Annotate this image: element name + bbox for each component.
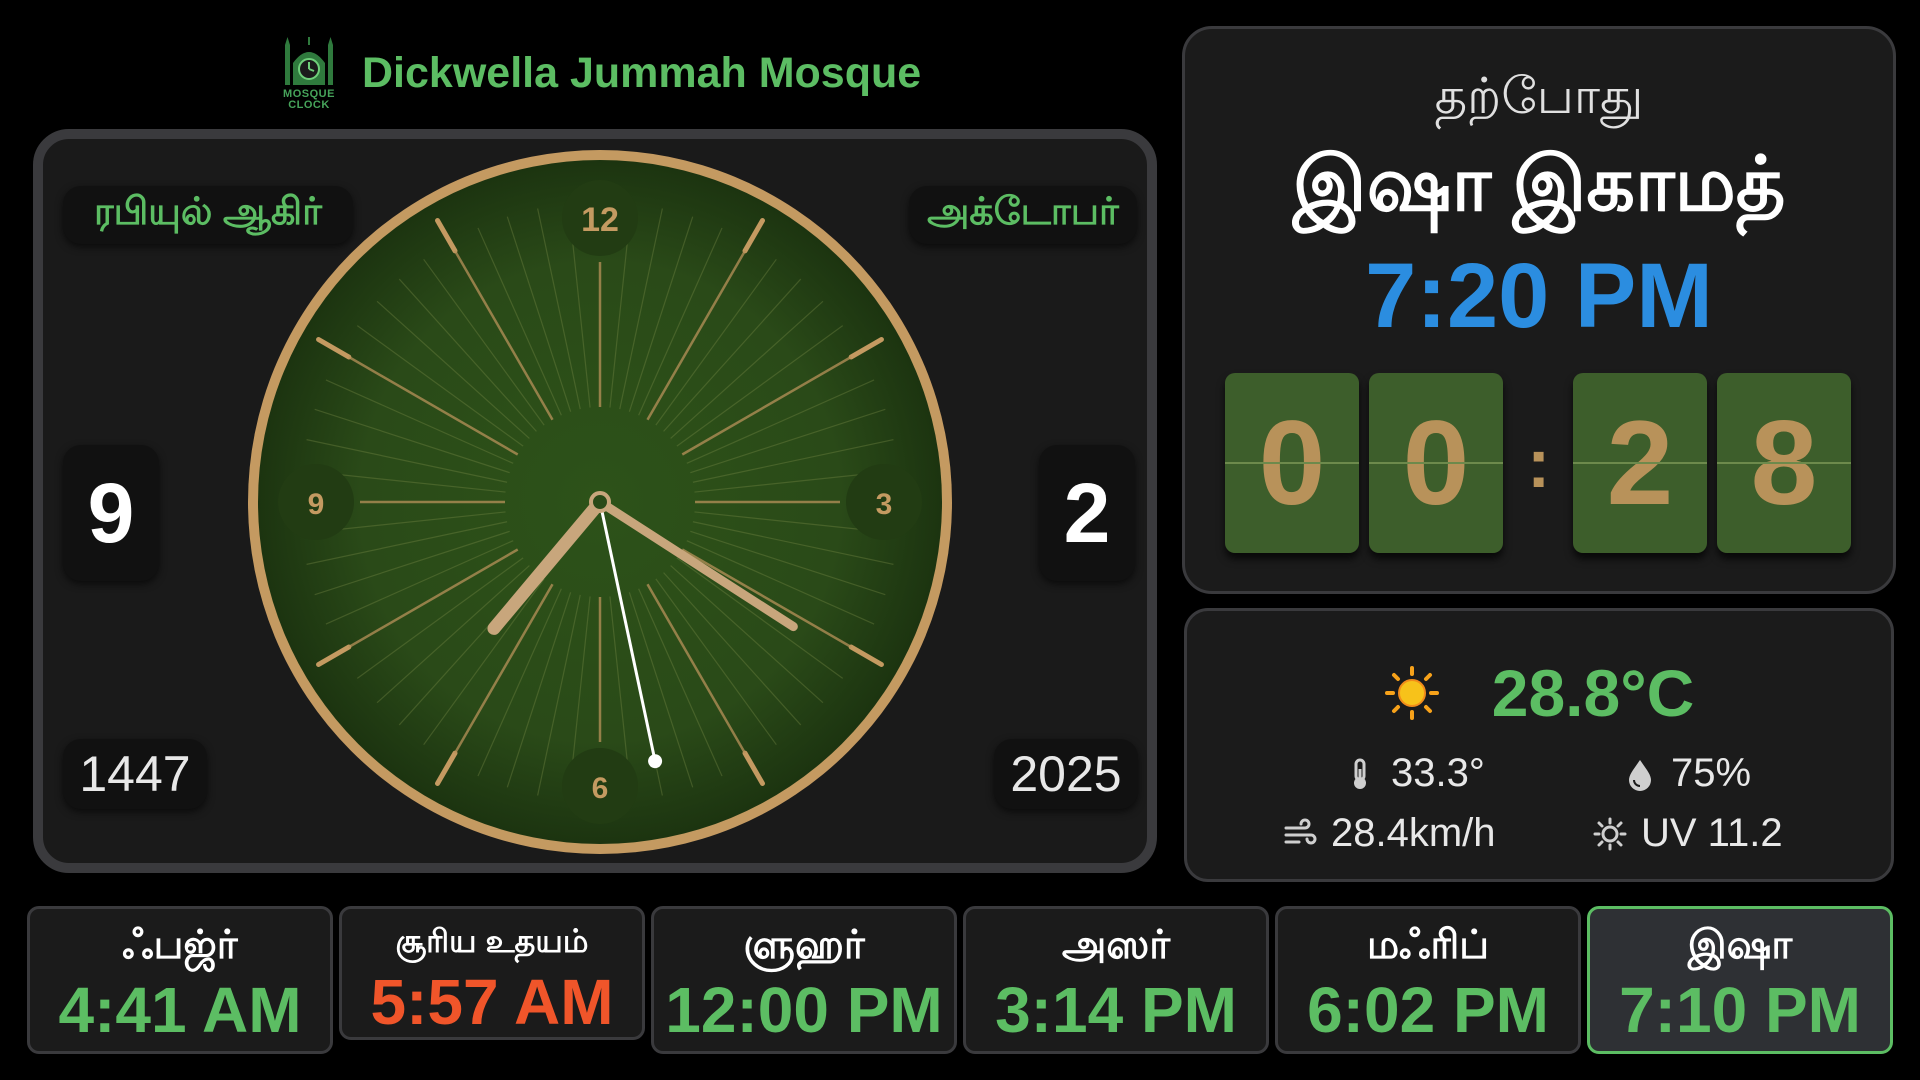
gregorian-day: 2 [1039, 445, 1135, 581]
logo-text-line2: CLOCK [288, 99, 330, 111]
prayer-name: மஃரிப் [1366, 923, 1490, 967]
sun-icon [1384, 666, 1439, 720]
prayer-sunrise: சூரிய உதயம் 5:57 AM [339, 906, 645, 1040]
uv-value: UV 11.2 [1641, 811, 1783, 855]
prayer-time: 7:10 PM [1619, 974, 1861, 1046]
current-event-time: 7:20 PM [1365, 245, 1713, 347]
prayer-time: 4:41 AM [58, 974, 302, 1046]
numeral-9: 9 [308, 488, 325, 521]
countdown: 0 0 : 2 8 [1225, 373, 1857, 559]
header: MOSQUE CLOCK Dickwella Jummah Mosque [280, 30, 921, 116]
uv-sun-icon [1593, 817, 1627, 850]
numeral-3: 3 [876, 488, 893, 521]
second-hand-tip [648, 754, 663, 769]
hijri-day: 9 [63, 445, 159, 581]
prayer-isha: இஷா 7:10 PM [1587, 906, 1893, 1054]
weather-main: 28.8°C [1187, 655, 1891, 731]
feels-like: 33.3° [1343, 751, 1485, 796]
water-drop-icon [1629, 759, 1651, 791]
humidity: 75% [1623, 751, 1751, 796]
clock-center-pin [589, 491, 611, 513]
weather-temperature: 28.8°C [1491, 656, 1695, 730]
mosque-clock-logo: MOSQUE CLOCK [280, 33, 338, 113]
countdown-digit-4: 8 [1717, 373, 1851, 553]
weather-panel: 28.8°C 33.3° 75% 28.4km/h UV 11.2 [1184, 608, 1894, 882]
prayer-name: ளுஹர் [743, 923, 865, 967]
wind-icon [1284, 818, 1317, 844]
prayer-name: அஸர் [1061, 923, 1171, 967]
gregorian-year: 2025 [994, 739, 1138, 809]
uv-index: UV 11.2 [1593, 811, 1783, 856]
analog-clock: 12 3 6 9 [248, 150, 952, 854]
current-event-panel: தற்போது இஷா இகாமத் 7:20 PM 0 0 : 2 8 [1182, 26, 1896, 594]
numeral-12: 12 [581, 201, 619, 239]
prayer-time: 5:57 AM [370, 966, 614, 1038]
prayer-asr: அஸர் 3:14 PM [963, 906, 1269, 1054]
clock-panel: ரபியுல் ஆகிர் அக்டோபர் 9 2 1447 2025 12 … [33, 129, 1157, 873]
wind: 28.4km/h [1283, 811, 1496, 856]
current-label: தற்போது [1434, 68, 1644, 124]
mosque-name: Dickwella Jummah Mosque [362, 48, 922, 97]
countdown-separator: : [1527, 424, 1551, 502]
prayer-maghrib: மஃரிப் 6:02 PM [1275, 906, 1581, 1054]
wind-value: 28.4km/h [1331, 811, 1496, 855]
hijri-year: 1447 [63, 739, 207, 809]
prayer-name: சூரிய உதயம் [395, 923, 589, 959]
current-event-name: இஷா இகாமத் [1292, 142, 1786, 227]
prayer-fajr: ஃபஜ்ர் 4:41 AM [27, 906, 333, 1054]
countdown-digit-2: 0 [1369, 373, 1503, 553]
prayer-time: 3:14 PM [995, 974, 1237, 1046]
prayer-time: 6:02 PM [1307, 974, 1549, 1046]
prayer-name: ஃபஜ்ர் [122, 923, 238, 967]
mosque-icon [285, 37, 333, 85]
countdown-digit-3: 2 [1573, 373, 1707, 553]
humidity-value: 75% [1671, 751, 1752, 795]
thermometer-icon [1354, 758, 1366, 789]
prayer-dhuhr: ளுஹர் 12:00 PM [651, 906, 957, 1054]
countdown-digit-1: 0 [1225, 373, 1359, 553]
feels-like-value: 33.3° [1391, 751, 1485, 795]
prayer-name: இஷா [1687, 923, 1793, 967]
prayer-time: 12:00 PM [665, 974, 943, 1046]
numeral-6: 6 [592, 772, 609, 805]
